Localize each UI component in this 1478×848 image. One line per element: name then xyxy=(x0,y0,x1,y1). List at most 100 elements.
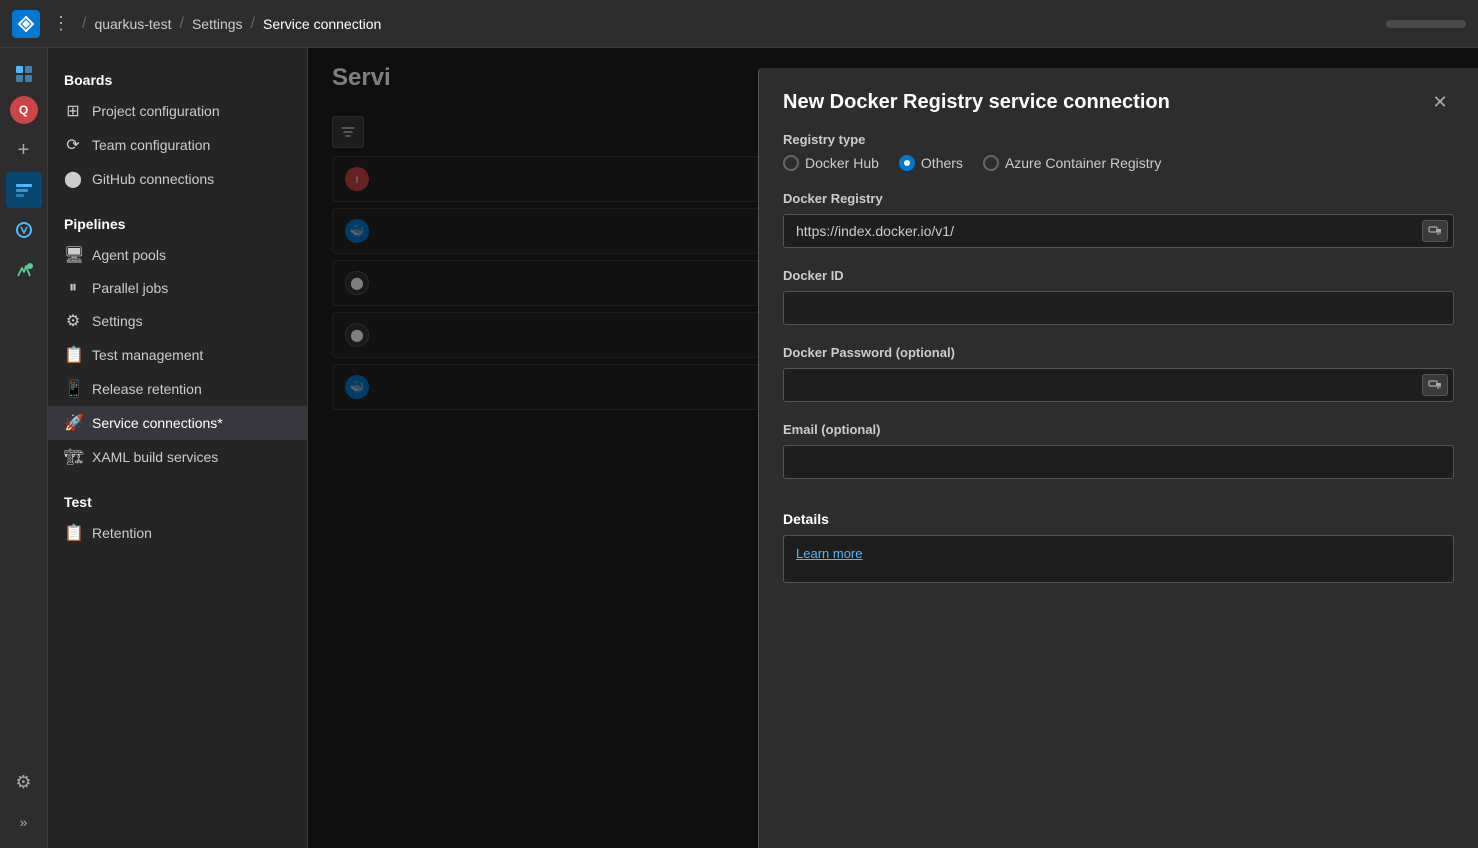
radio-circle-others xyxy=(899,155,915,171)
modal-header: New Docker Registry service connection ✕ xyxy=(759,68,1478,132)
modal-body: Registry type Docker Hub Others Azure xyxy=(759,132,1478,848)
top-bar: ⋮ / quarkus-test / Settings / Service co… xyxy=(0,0,1478,48)
project-config-icon: ⊞ xyxy=(64,101,82,121)
details-box: Learn more xyxy=(783,535,1454,583)
app-logo[interactable] xyxy=(12,10,40,38)
breadcrumb-project[interactable]: quarkus-test xyxy=(94,16,171,32)
radio-label-azure: Azure Container Registry xyxy=(1005,155,1161,171)
email-group: Email (optional) xyxy=(783,422,1454,479)
sidebar-item-github-connections[interactable]: ⬤ GitHub connections xyxy=(48,162,307,196)
settings-icon: ⚙ xyxy=(15,772,31,793)
boards-section-title: Boards xyxy=(48,64,307,94)
modal-new-docker-registry: New Docker Registry service connection ✕… xyxy=(758,68,1478,848)
registry-type-label: Registry type xyxy=(783,132,1454,147)
email-input-wrapper xyxy=(783,445,1454,479)
radio-label-docker-hub: Docker Hub xyxy=(805,155,879,171)
sidebar-item-team-configuration[interactable]: ⟳ Team configuration xyxy=(48,128,307,162)
docker-id-group: Docker ID xyxy=(783,268,1454,325)
expand-icon: » xyxy=(20,814,28,830)
agent-pools-icon: 🖥 xyxy=(64,245,82,265)
email-label: Email (optional) xyxy=(783,422,1454,437)
modal-close-button[interactable]: ✕ xyxy=(1426,88,1454,116)
sidebar-item-release-retention[interactable]: 📱 Release retention xyxy=(48,372,307,406)
sidebar-item-test-management[interactable]: 📋 Test management xyxy=(48,338,307,372)
nav-pipelines[interactable] xyxy=(6,212,42,248)
breadcrumb-settings[interactable]: Settings xyxy=(192,16,243,32)
breadcrumb-sep-1: / xyxy=(82,15,86,33)
github-icon: ⬤ xyxy=(64,169,82,189)
parallel-jobs-icon: ⏸ xyxy=(64,279,82,297)
docker-registry-input-wrapper xyxy=(783,214,1454,248)
radio-option-others[interactable]: Others xyxy=(899,155,963,171)
modal-title: New Docker Registry service connection xyxy=(783,91,1170,114)
nav-boards[interactable] xyxy=(6,172,42,208)
sidebar-item-service-connections[interactable]: 🚀 Service connections* xyxy=(48,406,307,440)
sidebar-item-label-test-mgmt: Test management xyxy=(92,347,203,363)
docker-password-label: Docker Password (optional) xyxy=(783,345,1454,360)
docker-registry-label: Docker Registry xyxy=(783,191,1454,206)
sidebar-item-settings[interactable]: ⚙ Settings xyxy=(48,304,307,338)
details-section: Details Learn more xyxy=(783,499,1454,583)
settings-pipeline-icon: ⚙ xyxy=(64,311,82,331)
details-learn-more[interactable]: Learn more xyxy=(796,546,862,561)
registry-type-radio-group: Docker Hub Others Azure Container Regist… xyxy=(783,155,1454,171)
sidebar-item-agent-pools[interactable]: 🖥 Agent pools xyxy=(48,238,307,272)
radio-option-azure[interactable]: Azure Container Registry xyxy=(983,155,1161,171)
breadcrumb-service-connection[interactable]: Service connection xyxy=(263,16,381,32)
main-layout: Q + ⚙ » xyxy=(0,48,1478,848)
sidebar-item-label-release-retention: Release retention xyxy=(92,381,202,397)
docker-registry-key-btn[interactable] xyxy=(1422,220,1448,242)
radio-option-docker-hub[interactable]: Docker Hub xyxy=(783,155,879,171)
service-connections-icon: 🚀 xyxy=(64,413,82,433)
team-config-icon: ⟳ xyxy=(64,135,82,155)
content-area: Servi ! 🐳 xyxy=(308,48,1478,848)
menu-dots[interactable]: ⋮ xyxy=(48,9,74,38)
docker-password-key-btn[interactable] xyxy=(1422,374,1448,396)
sidebar-item-label-service-connections: Service connections* xyxy=(92,415,223,431)
radio-circle-docker-hub xyxy=(783,155,799,171)
docker-registry-group: Docker Registry xyxy=(783,191,1454,248)
sidebar-item-parallel-jobs[interactable]: ⏸ Parallel jobs xyxy=(48,272,307,304)
pipelines-section-title: Pipelines xyxy=(48,208,307,238)
icon-bar: Q + ⚙ » xyxy=(0,48,48,848)
sidebar-item-label-team-config: Team configuration xyxy=(92,137,210,153)
breadcrumb-sep-2: / xyxy=(180,15,184,33)
test-mgmt-icon: 📋 xyxy=(64,345,82,365)
user-avatar[interactable]: Q xyxy=(10,96,38,124)
nav-plus[interactable]: + xyxy=(6,132,42,168)
docker-id-input-wrapper xyxy=(783,291,1454,325)
xaml-build-icon: 🏗 xyxy=(64,447,82,467)
sidebar-item-retention[interactable]: 📋 Retention xyxy=(48,516,307,550)
retention-icon: 📋 xyxy=(64,523,82,543)
sidebar-item-label-xaml-build: XAML build services xyxy=(92,449,218,465)
release-retention-icon: 📱 xyxy=(64,379,82,399)
docker-password-input[interactable] xyxy=(783,368,1454,402)
sidebar-item-label-parallel-jobs: Parallel jobs xyxy=(92,280,168,296)
email-input[interactable] xyxy=(783,445,1454,479)
sidebar-item-label-retention: Retention xyxy=(92,525,152,541)
top-bar-actions xyxy=(1386,20,1466,28)
docker-registry-input[interactable] xyxy=(783,214,1454,248)
sidebar-item-xaml-build[interactable]: 🏗 XAML build services xyxy=(48,440,307,474)
nav-test[interactable] xyxy=(6,252,42,288)
docker-password-group: Docker Password (optional) xyxy=(783,345,1454,402)
sidebar-item-label-agent-pools: Agent pools xyxy=(92,247,166,263)
plus-icon: + xyxy=(18,139,30,162)
nav-settings[interactable]: ⚙ xyxy=(6,764,42,800)
registry-type-group: Registry type Docker Hub Others Azure xyxy=(783,132,1454,171)
details-title: Details xyxy=(783,499,1454,535)
nav-home[interactable] xyxy=(6,56,42,92)
sidebar-item-label-project-config: Project configuration xyxy=(92,103,220,119)
test-section-title: Test xyxy=(48,486,307,516)
sidebar: Boards ⊞ Project configuration ⟳ Team co… xyxy=(48,48,308,848)
docker-id-input[interactable] xyxy=(783,291,1454,325)
radio-label-others: Others xyxy=(921,155,963,171)
docker-id-label: Docker ID xyxy=(783,268,1454,283)
sidebar-item-label-github: GitHub connections xyxy=(92,171,214,187)
nav-expand[interactable]: » xyxy=(6,804,42,840)
docker-password-input-wrapper xyxy=(783,368,1454,402)
radio-circle-azure xyxy=(983,155,999,171)
sidebar-item-label-settings: Settings xyxy=(92,313,143,329)
breadcrumb-sep-3: / xyxy=(251,15,255,33)
sidebar-item-project-configuration[interactable]: ⊞ Project configuration xyxy=(48,94,307,128)
